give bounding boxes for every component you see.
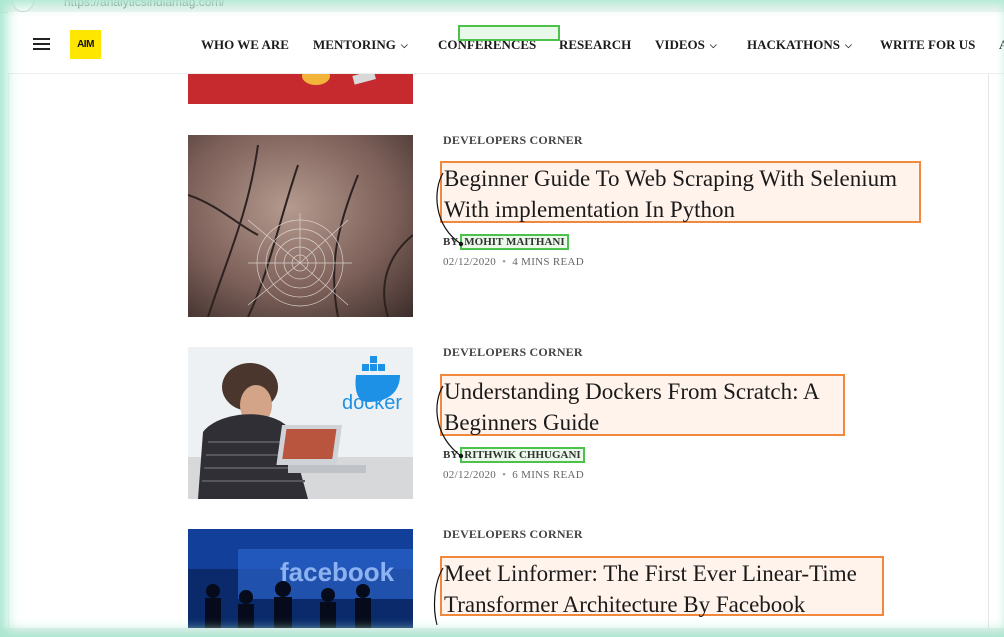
nav-label: VIDEOS [655, 37, 705, 52]
article-meta: 02/12/2020 • 4 MINS READ [443, 256, 584, 268]
separator-dot: • [502, 469, 507, 481]
nav-label: A [999, 37, 1004, 52]
byline-prefix: BY [443, 236, 459, 248]
docker-logo-text: docker [342, 392, 402, 414]
nav-who-we-are[interactable]: WHO WE ARE [201, 37, 289, 53]
bottom-scroll-area [0, 628, 1004, 637]
left-divider [8, 73, 9, 628]
previous-article-thumbnail[interactable] [188, 73, 413, 104]
nav-label: MENTORING [313, 37, 396, 52]
article-category[interactable]: DEVELOPERS CORNER [443, 133, 583, 148]
article-date: 02/12/2020 [443, 256, 497, 268]
nav-write-for-us[interactable]: WRITE FOR US [880, 37, 975, 53]
article-thumbnail-docker[interactable]: docker [188, 347, 413, 499]
chevron-down-icon: ⌵ [400, 40, 408, 50]
article-title[interactable]: Beginner Guide To Web Scraping With Sele… [440, 161, 921, 223]
nav-label: WRITE FOR US [880, 37, 976, 52]
right-divider [988, 73, 989, 628]
read-time: 4 MINS READ [512, 256, 585, 268]
menu-icon[interactable] [33, 38, 50, 50]
top-navbar: AIM WHO WE ARE MENTORING ⌵ CONFERENCES RE… [8, 12, 1004, 74]
address-bar[interactable]: https://analyticsindiamag.com/ [64, 0, 225, 9]
nav-overflow-item[interactable]: A [999, 37, 1004, 53]
nav-label: RESEARCH [559, 37, 632, 52]
separator-dot: • [502, 256, 507, 268]
nav-research[interactable]: RESEARCH [559, 37, 631, 53]
conferences-highlight-box [458, 25, 560, 41]
nav-hackathons[interactable]: HACKATHONS ⌵ [747, 37, 852, 53]
author-link[interactable]: MOHIT MAITHANI [460, 234, 569, 250]
reload-icon[interactable] [12, 0, 34, 12]
author-link[interactable]: RITHWIK CHHUGANI [460, 447, 585, 463]
article-title[interactable]: Meet Linformer: The First Ever Linear-Ti… [440, 556, 884, 617]
article-byline: BY RITHWIK CHHUGANI [443, 447, 585, 463]
read-time: 6 MINS READ [512, 469, 585, 481]
docker-image: docker [188, 347, 413, 499]
previous-thumbnail-art [188, 73, 413, 104]
nav-videos[interactable]: VIDEOS ⌵ [655, 37, 717, 53]
nav-mentoring[interactable]: MENTORING ⌵ [313, 37, 408, 53]
article-title[interactable]: Understanding Dockers From Scratch: A Be… [440, 374, 845, 436]
article-category[interactable]: DEVELOPERS CORNER [443, 345, 583, 360]
chevron-down-icon: ⌵ [844, 40, 852, 50]
article-thumbnail-spiderweb[interactable] [188, 135, 413, 317]
chevron-down-icon: ⌵ [709, 40, 717, 50]
article-byline: BY MOHIT MAITHANI [443, 234, 569, 250]
article-thumbnail-facebook[interactable]: facebook [188, 529, 413, 628]
facebook-image: facebook [188, 529, 413, 628]
article-meta: 02/12/2020 • 6 MINS READ [443, 469, 584, 481]
byline-prefix: BY [443, 449, 459, 461]
facebook-logo-text: facebook [280, 557, 395, 587]
nav-label: HACKATHONS [747, 37, 840, 52]
article-category[interactable]: DEVELOPERS CORNER [443, 527, 583, 542]
site-logo[interactable]: AIM [70, 30, 101, 59]
spider-web-image [188, 135, 413, 317]
article-date: 02/12/2020 [443, 469, 497, 481]
nav-label: WHO WE ARE [201, 37, 289, 52]
